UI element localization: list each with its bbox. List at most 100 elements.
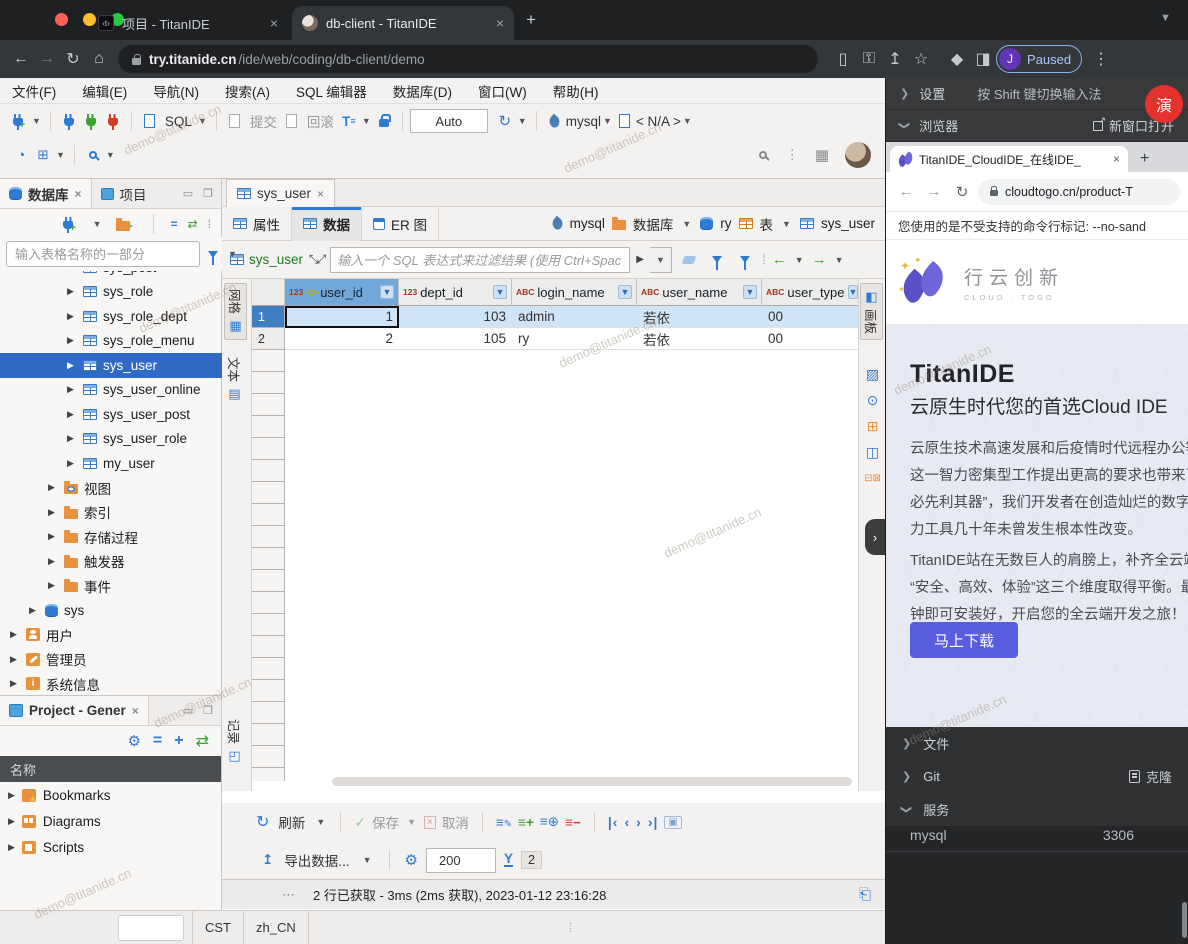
reload-icon[interactable]: ↻	[950, 183, 974, 201]
expand-arrow-icon[interactable]: ▶	[67, 335, 77, 346]
back-icon[interactable]: ←	[894, 183, 918, 200]
expand-arrow-icon[interactable]: ▶	[67, 311, 77, 322]
expand-filter-icon[interactable]: ⤡⤢	[309, 252, 324, 267]
cell-user-type[interactable]: 00	[762, 306, 858, 328]
tab-record-view[interactable]: 记录◰	[225, 719, 244, 764]
tab-close-icon[interactable]: ×	[75, 187, 82, 201]
save-filter-icon[interactable]	[706, 249, 728, 271]
back-icon[interactable]: ←	[8, 50, 34, 68]
tree-item[interactable]: ▶ sys_user_online	[0, 378, 222, 403]
prev-row-icon[interactable]: ‹	[624, 814, 630, 830]
tree-item[interactable]: ▶ 系统信息	[0, 672, 222, 697]
expand-arrow-icon[interactable]: ▶	[67, 409, 77, 420]
references-icon[interactable]: ◫	[859, 439, 886, 465]
edit-row-icon[interactable]: ≡✎	[496, 815, 512, 830]
expand-arrow-icon[interactable]: ▶	[10, 654, 20, 665]
settings-section-row[interactable]: ❯ 设置 按 Shift 键切换输入法	[886, 78, 1188, 110]
menu-dots-icon[interactable]: ⋮	[1088, 49, 1114, 69]
bookmark-star-icon[interactable]: ☆	[908, 49, 934, 69]
perspective-icon[interactable]: ▦	[811, 144, 833, 166]
cell-user-id[interactable]: 1	[285, 306, 399, 328]
link-with-editor-icon[interactable]: ⇄	[188, 217, 198, 231]
new-tab-button[interactable]: +	[526, 10, 536, 30]
tree-item[interactable]: ▶ 视图	[0, 476, 222, 501]
statusbar-dots-icon[interactable]: ⁞	[569, 920, 573, 935]
last-row-icon[interactable]: ›|	[648, 814, 659, 830]
tree-item[interactable]: ▶ sys_user_post	[0, 402, 222, 427]
new-connection-icon[interactable]: +	[8, 110, 30, 132]
refresh-label[interactable]: 刷新	[278, 812, 305, 832]
tree-item[interactable]: ▶ sys_user	[0, 353, 222, 378]
expand-arrow-icon[interactable]: ▶	[48, 531, 58, 542]
tree-item[interactable]: ▶ sys_user_role	[0, 427, 222, 452]
column-header[interactable]: ABC login_name ▼	[512, 279, 637, 306]
embedded-url-bar[interactable]: cloudtogo.cn/product-T	[978, 179, 1180, 205]
calc-panel-icon[interactable]: ⊟⊠	[859, 465, 886, 491]
filter-dropdown-icon[interactable]: ▼	[228, 249, 237, 259]
plan-dropdown-icon[interactable]: ▼	[56, 150, 65, 160]
commit-label[interactable]: 提交	[250, 111, 277, 131]
new-connection-icon[interactable]: +	[59, 213, 81, 235]
cancel-x-icon[interactable]: ×	[424, 816, 436, 829]
active-schema-label[interactable]: < N/A >	[636, 114, 681, 129]
expand-arrow-icon[interactable]: ▶	[67, 384, 77, 395]
rollback-label[interactable]: 回滚	[307, 111, 334, 131]
tree-item[interactable]: ▶ 触发器	[0, 549, 222, 574]
clipboard-icon[interactable]: ▯	[830, 49, 856, 69]
tab-text-view[interactable]: 文本▤	[225, 357, 244, 402]
refresh-icon[interactable]: ↻	[256, 812, 269, 832]
filter-icon[interactable]	[208, 243, 218, 265]
menu-item[interactable]: 窗口(W)	[478, 81, 527, 101]
menu-item[interactable]: 文件(F)	[12, 81, 56, 101]
tx-history-icon[interactable]: ↻	[494, 110, 516, 132]
transaction-mode-icon[interactable]: T≡	[338, 110, 360, 132]
metadata-icon[interactable]: ▨	[859, 361, 886, 387]
row-number[interactable]: 2	[252, 328, 285, 350]
notifications-icon[interactable]: ⎗	[859, 886, 871, 903]
cell-user-name[interactable]: 若依	[637, 306, 762, 328]
expand-arrow-icon[interactable]: ▶	[67, 458, 77, 469]
delete-row-icon[interactable]: ≡−	[565, 815, 581, 830]
browser-tab-db-client[interactable]: db-client - TitanIDE ×	[292, 6, 514, 40]
tab-close-icon[interactable]: ×	[270, 15, 278, 31]
sql-editor-label[interactable]: SQL	[165, 114, 192, 129]
tree-item[interactable]: ▶ my_user	[0, 451, 222, 476]
password-key-icon[interactable]: ⚿	[856, 50, 882, 68]
execution-plan-icon[interactable]: ⊞	[32, 144, 54, 166]
expand-arrow-icon[interactable]: ▶	[48, 580, 58, 591]
cell-user-id[interactable]: 2	[285, 328, 399, 350]
expand-arrow-icon[interactable]: ▶	[48, 482, 58, 493]
filter-history-icon[interactable]: ▶	[636, 254, 644, 265]
cell-login-name[interactable]: ry	[512, 328, 637, 350]
tab-database[interactable]: 数据库 ×	[0, 179, 92, 208]
panel-expand-handle[interactable]: ›	[865, 519, 885, 555]
new-sql-editor-icon[interactable]	[139, 110, 161, 132]
table-row[interactable]: 1 1 103 admin 若依 00	[252, 306, 858, 328]
expand-arrow-icon[interactable]: ▶	[10, 629, 20, 640]
expand-arrow-icon[interactable]: ▶	[48, 556, 58, 567]
refresh-dropdown-icon[interactable]: ▼	[316, 817, 325, 827]
save-label[interactable]: 保存	[372, 812, 399, 832]
tree-item[interactable]: ▶ 存储过程	[0, 525, 222, 550]
autocommit-lock-icon[interactable]	[373, 110, 395, 132]
tab-project[interactable]: 项目	[92, 179, 156, 208]
next-row-icon[interactable]: ›	[636, 814, 642, 830]
connection-dropdown-icon[interactable]: ▼	[93, 219, 102, 229]
export-dropdown-icon[interactable]: ▼	[363, 855, 372, 865]
cancel-label[interactable]: 取消	[442, 812, 469, 832]
share-icon[interactable]: ↥	[882, 49, 908, 69]
maximize-view-icon[interactable]: ❒	[203, 187, 213, 200]
rollback-icon[interactable]	[281, 110, 303, 132]
url-bar[interactable]: try.titanide.cn/ide/web/coding/db-client…	[118, 45, 818, 73]
tree-item[interactable]: ▶ 事件	[0, 574, 222, 599]
commit-icon[interactable]	[224, 110, 246, 132]
new-connection-dropdown-icon[interactable]: ▼	[32, 116, 41, 126]
sql-dropdown-icon[interactable]: ▼	[198, 116, 207, 126]
cell-user-name[interactable]: 若依	[637, 328, 762, 350]
extensions-puzzle-icon[interactable]: ◆	[944, 49, 970, 69]
add-row-icon[interactable]: ≡+	[518, 815, 534, 830]
goto-row-icon[interactable]: ▣	[664, 816, 681, 829]
menu-item[interactable]: SQL 编辑器	[296, 81, 367, 101]
sort-icon[interactable]: ▼	[743, 285, 757, 299]
tx-history-dropdown-icon[interactable]: ▼	[518, 116, 527, 126]
